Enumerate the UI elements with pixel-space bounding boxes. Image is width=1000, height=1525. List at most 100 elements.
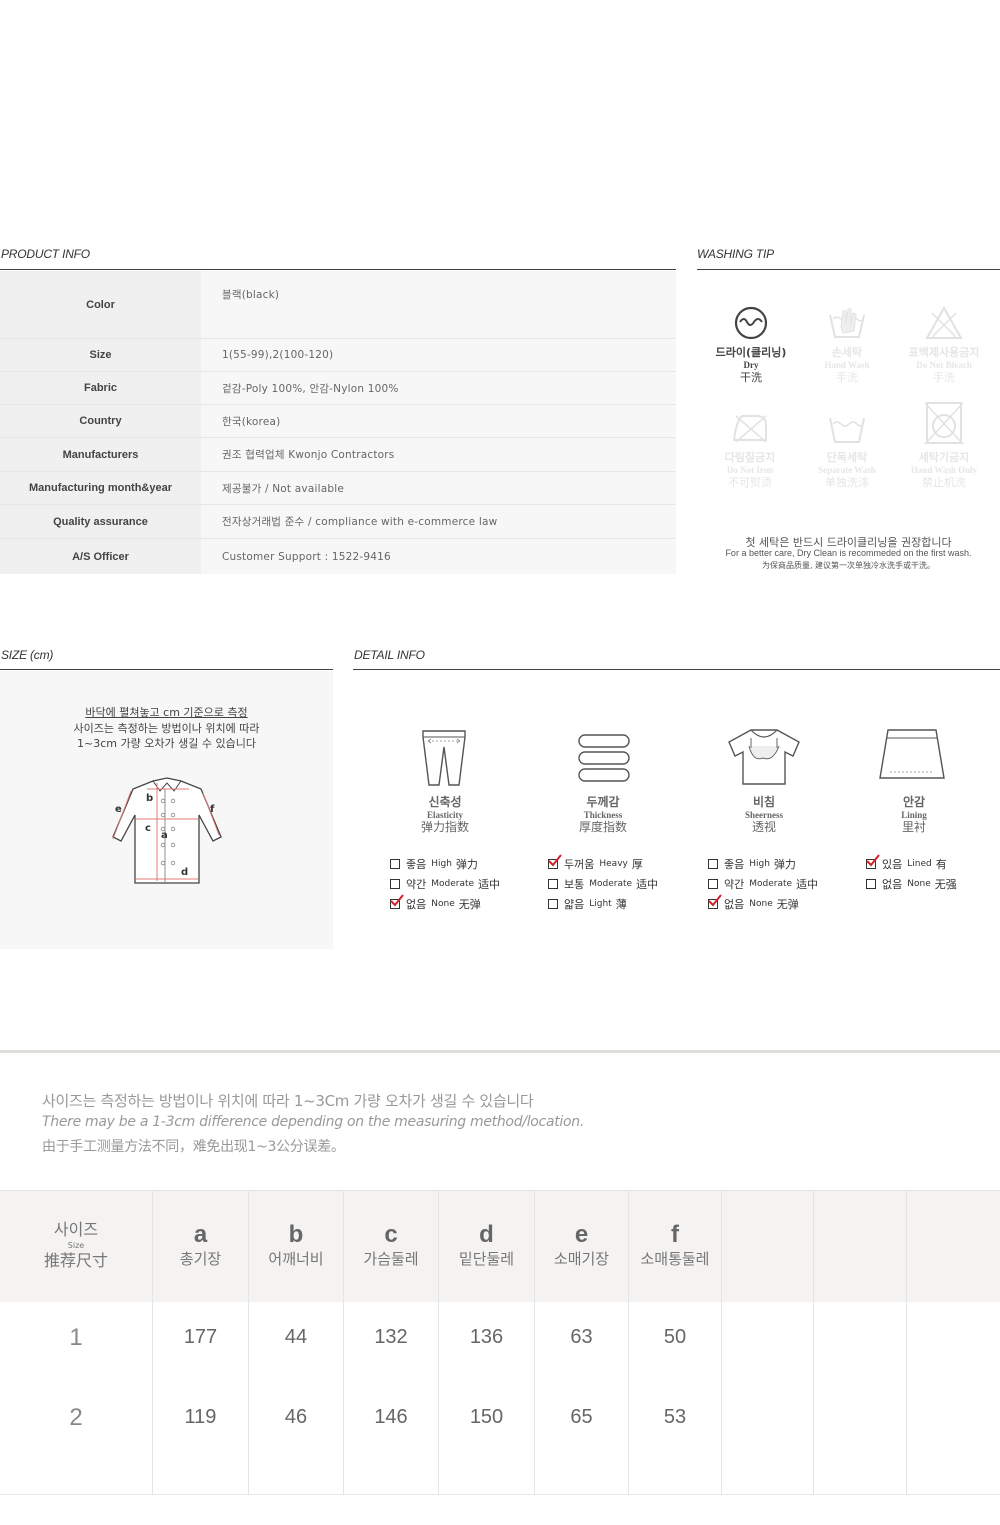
detail-thickness-label: 두께감 Thickness 厚度指数 bbox=[543, 796, 663, 834]
size-table-note-zh: 由于手工测量方法不同，难免出现1~3公分误差。 bbox=[42, 1139, 345, 1155]
checkbox[interactable] bbox=[390, 879, 400, 889]
option-zh: 厚 bbox=[631, 858, 643, 871]
table-divider bbox=[248, 1190, 249, 1495]
option-zh: 适中 bbox=[478, 878, 501, 891]
option-ko: 없음 bbox=[406, 898, 427, 911]
option-en: Light bbox=[589, 899, 612, 909]
wash-label-zh: 干洗 bbox=[740, 371, 762, 384]
option-zh: 适中 bbox=[636, 878, 659, 891]
product-info-row: Size 1(55-99),2(100-120) bbox=[0, 339, 676, 372]
size-table-section: 사이즈는 측정하는 방법이나 위치에 따라 1~3Cm 가량 오차가 생길 수 … bbox=[0, 1050, 1000, 1525]
wash-label-ko: 세탁기금지 bbox=[918, 451, 970, 464]
checkbox[interactable] bbox=[708, 859, 718, 869]
size-diagram-panel: 바닥에 펼쳐놓고 cm 기준으로 측정 사이즈는 측정하는 방법이나 위치에 따… bbox=[0, 671, 333, 949]
wash-note-en: For a better care, Dry Clean is recommed… bbox=[725, 548, 972, 558]
option-zh: 无弹 bbox=[776, 898, 799, 911]
size-table-header: 사이즈 Size 推荐尺寸 a 총기장 b 어깨너비 c 가슴둘레 d 밑단둘레… bbox=[0, 1190, 1000, 1302]
product-info-label: A/S Officer bbox=[0, 539, 201, 574]
detail-lining-label: 안감 Lining 里衬 bbox=[854, 796, 974, 834]
product-info-row: Quality assurance 전자상거래법 준수 / compliance… bbox=[0, 505, 676, 539]
product-info-value: 전자상거래법 준수 / compliance with e-commerce l… bbox=[201, 505, 676, 538]
size-note-2: 사이즈는 측정하는 방법이나 위치에 따라 bbox=[73, 722, 260, 735]
table-cell: 177 bbox=[183, 1326, 218, 1348]
column-header-b: b 어깨너비 bbox=[249, 1191, 343, 1303]
product-info-table: Color 블랙(black) Size 1(55-99),2(100-120)… bbox=[0, 271, 676, 574]
lining-option-none[interactable]: 없음 None 无强 bbox=[866, 876, 957, 892]
detail-info-divider bbox=[353, 669, 1000, 670]
column-letter: a bbox=[193, 1221, 208, 1248]
wash-label-zh: 手洗 bbox=[836, 371, 858, 384]
detail-label-ko: 두께감 bbox=[586, 795, 620, 809]
option-en: High bbox=[749, 859, 770, 869]
product-info-value: 권조 협력업체 Kwonjo Contractors bbox=[201, 438, 676, 471]
wash-note-zh: 为保商品质量, 建议第一次单独冷水洗手或干洗。 bbox=[761, 561, 936, 570]
lining-option-lined[interactable]: 있음 Lined 有 bbox=[866, 854, 947, 872]
column-letter: d bbox=[479, 1221, 494, 1248]
checkbox[interactable] bbox=[708, 879, 718, 889]
product-info-row: Manufacturers 권조 협력업체 Kwonjo Contractors bbox=[0, 438, 676, 472]
no-machine-wash-icon bbox=[924, 402, 964, 445]
product-info-row: A/S Officer Customer Support : 1522-9416 bbox=[0, 539, 676, 574]
column-name: 소매기장 bbox=[553, 1250, 610, 1268]
option-ko: 얇음 bbox=[564, 898, 585, 911]
product-info-value: 한국(korea) bbox=[201, 405, 676, 437]
table-cell: 146 bbox=[374, 1406, 408, 1428]
size-header-ko: 사이즈 bbox=[53, 1220, 99, 1239]
option-zh: 弹力 bbox=[773, 858, 796, 871]
table-cell: 63 bbox=[570, 1326, 593, 1348]
option-ko: 있음 bbox=[882, 858, 903, 871]
sheerness-option-high[interactable]: 좋음 High 弹力 bbox=[708, 856, 796, 872]
size-cell: 1 bbox=[69, 1324, 83, 1351]
checkbox[interactable] bbox=[390, 859, 400, 869]
diagram-label-a: a bbox=[161, 830, 168, 841]
size-header-en: Size bbox=[67, 1241, 85, 1250]
no-bleach-icon bbox=[925, 305, 963, 339]
size-cell: 2 bbox=[69, 1404, 83, 1431]
table-divider bbox=[438, 1190, 439, 1495]
table-divider bbox=[343, 1190, 344, 1495]
column-header-c: c 가슴둘레 bbox=[344, 1191, 438, 1303]
table-cell: 44 bbox=[284, 1326, 308, 1348]
pants-icon bbox=[422, 730, 466, 786]
wash-label-ko: 드라이(클리닝) bbox=[715, 346, 787, 359]
checkbox-checked[interactable] bbox=[548, 854, 562, 869]
column-name: 소매통둘레 bbox=[640, 1250, 710, 1268]
wash-label-en: Do Not Iron bbox=[726, 465, 774, 475]
elasticity-option-moderate[interactable]: 약간 Moderate 适中 bbox=[390, 876, 500, 892]
column-letter: f bbox=[671, 1221, 679, 1248]
checkbox[interactable] bbox=[548, 879, 558, 889]
elasticity-option-none[interactable]: 없음 None 无弹 bbox=[390, 894, 481, 912]
sheerness-option-moderate[interactable]: 약간 Moderate 适中 bbox=[708, 876, 818, 892]
diagram-label-e: e bbox=[115, 804, 122, 815]
checkbox[interactable] bbox=[548, 899, 558, 909]
size-divider bbox=[0, 669, 333, 670]
sheerness-option-none[interactable]: 없음 None 无弹 bbox=[708, 894, 799, 912]
diagram-label-b: b bbox=[146, 793, 154, 804]
check-mark-icon bbox=[390, 894, 404, 907]
option-en: Moderate bbox=[589, 879, 633, 889]
checkbox-checked[interactable] bbox=[866, 854, 880, 869]
column-header-d: d 밑단둘레 bbox=[439, 1191, 534, 1303]
check-mark-icon bbox=[548, 854, 562, 867]
column-name: 가슴둘레 bbox=[363, 1250, 419, 1268]
option-en: None bbox=[431, 899, 455, 909]
option-ko: 두꺼움 bbox=[564, 858, 595, 871]
thickness-option-moderate[interactable]: 보통 Moderate 适中 bbox=[548, 876, 658, 892]
checkbox-checked[interactable] bbox=[390, 894, 404, 909]
check-mark-icon bbox=[866, 854, 880, 867]
size-table-note-en: There may be a 1-3cm difference dependin… bbox=[42, 1114, 584, 1130]
wash-label-ko: 표백제사용금지 bbox=[908, 346, 980, 359]
option-ko: 약간 bbox=[406, 878, 427, 891]
wash-label-zh: 单独洗涤 bbox=[825, 476, 869, 489]
checkbox[interactable] bbox=[866, 879, 876, 889]
thickness-option-heavy[interactable]: 두꺼움 Heavy 厚 bbox=[548, 854, 643, 872]
elasticity-option-high[interactable]: 좋음 High 弹力 bbox=[390, 856, 478, 872]
wash-label-en: Hand Wash Only bbox=[910, 465, 978, 475]
column-header-e: e 소매기장 bbox=[535, 1191, 628, 1303]
product-info-divider bbox=[0, 269, 676, 270]
checkbox-checked[interactable] bbox=[708, 894, 722, 909]
thickness-option-light[interactable]: 얇음 Light 薄 bbox=[548, 896, 627, 912]
product-info-label: Manufacturing month&year bbox=[0, 472, 201, 504]
product-info-label: Fabric bbox=[0, 372, 201, 404]
column-header-a: a 총기장 bbox=[153, 1191, 248, 1303]
